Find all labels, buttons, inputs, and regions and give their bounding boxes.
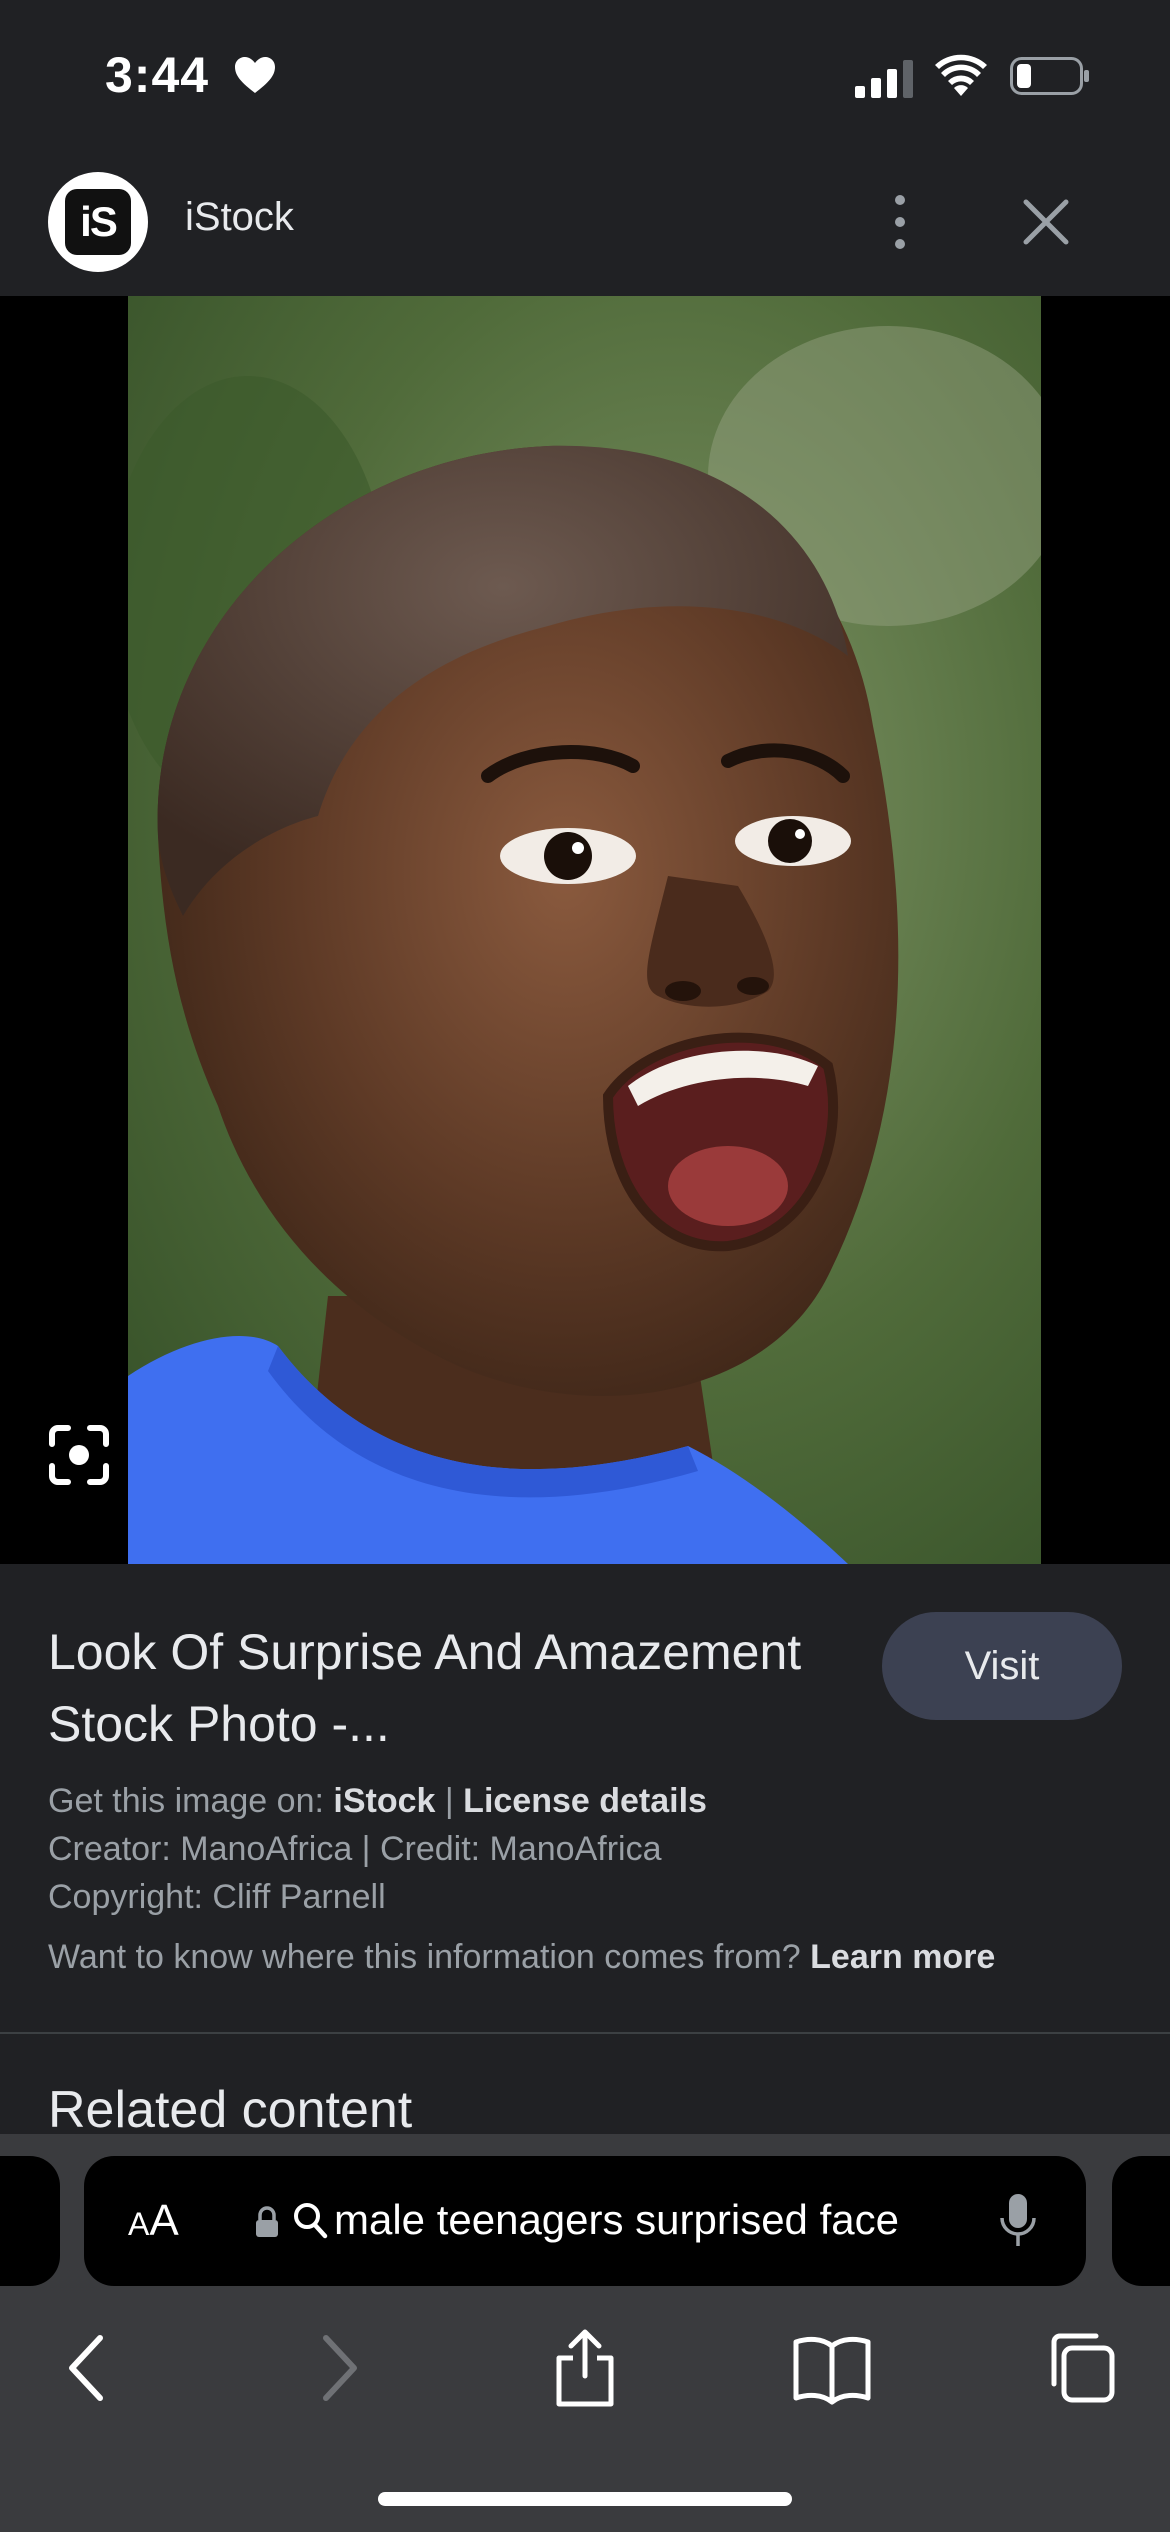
separator: | bbox=[444, 1782, 454, 1820]
address-text[interactable]: male teenagers surprised face bbox=[334, 2196, 899, 2244]
visit-button[interactable]: Visit bbox=[882, 1612, 1122, 1720]
learn-more-link[interactable]: Learn more bbox=[810, 1938, 995, 1976]
back-icon[interactable] bbox=[48, 2328, 128, 2408]
address-bar[interactable]: AA male teenagers surprised face bbox=[84, 2156, 1086, 2286]
lock-icon bbox=[256, 2206, 278, 2237]
page-settings-button[interactable]: AA bbox=[128, 2196, 179, 2246]
browser-toolbar: AA male teenagers surprised face bbox=[0, 2134, 1170, 2532]
image-preview bbox=[0, 296, 1170, 1564]
status-time: 3:44 bbox=[105, 47, 210, 103]
creator-line: Creator: ManoAfrica | Credit: ManoAfrica bbox=[48, 1830, 662, 1868]
cellular-signal-icon bbox=[855, 60, 913, 98]
tabs-icon[interactable] bbox=[1040, 2328, 1120, 2408]
source-logo[interactable]: iS bbox=[48, 172, 148, 272]
istock-logo: iS bbox=[65, 189, 131, 255]
battery-icon bbox=[1010, 57, 1089, 95]
search-icon bbox=[294, 2203, 328, 2239]
next-tab-preview[interactable] bbox=[1112, 2156, 1170, 2286]
get-image-source-link[interactable]: iStock bbox=[333, 1782, 435, 1820]
previous-tab-preview[interactable] bbox=[0, 2156, 60, 2286]
photo-surprised-boy[interactable] bbox=[128, 296, 1041, 1564]
related-content-heading: Related content bbox=[48, 2081, 413, 2139]
bookmarks-icon[interactable] bbox=[792, 2328, 872, 2408]
home-indicator[interactable] bbox=[378, 2492, 792, 2506]
info-question: Want to know where this information come… bbox=[48, 1938, 801, 1976]
get-image-line: Get this image on: iStock | License deta… bbox=[48, 1782, 707, 1821]
screen: 3:44 iS iStock Look Of Surprise And Amaz… bbox=[0, 0, 1170, 2532]
divider bbox=[0, 2032, 1170, 2034]
copyright-line: Copyright: Cliff Parnell bbox=[48, 1878, 386, 1916]
license-details-link[interactable]: License details bbox=[463, 1782, 707, 1820]
status-bar: 3:44 bbox=[0, 0, 1170, 150]
source-name[interactable]: iStock bbox=[185, 195, 294, 240]
image-title[interactable]: Look Of Surprise And Amazement Stock Pho… bbox=[48, 1616, 848, 1760]
wifi-icon bbox=[935, 54, 987, 96]
image-info: Look Of Surprise And Amazement Stock Pho… bbox=[0, 1564, 1170, 2034]
more-vertical-icon[interactable] bbox=[880, 190, 920, 254]
info-source-line: Want to know where this information come… bbox=[48, 1938, 995, 1977]
microphone-icon[interactable] bbox=[998, 2192, 1038, 2250]
get-image-prefix: Get this image on: bbox=[48, 1782, 324, 1820]
heart-icon bbox=[235, 57, 275, 93]
google-lens-icon[interactable] bbox=[48, 1424, 110, 1486]
close-icon[interactable] bbox=[1018, 194, 1074, 250]
forward-icon[interactable] bbox=[298, 2328, 378, 2408]
source-header: iS iStock bbox=[0, 150, 1170, 296]
share-icon[interactable] bbox=[545, 2328, 625, 2408]
